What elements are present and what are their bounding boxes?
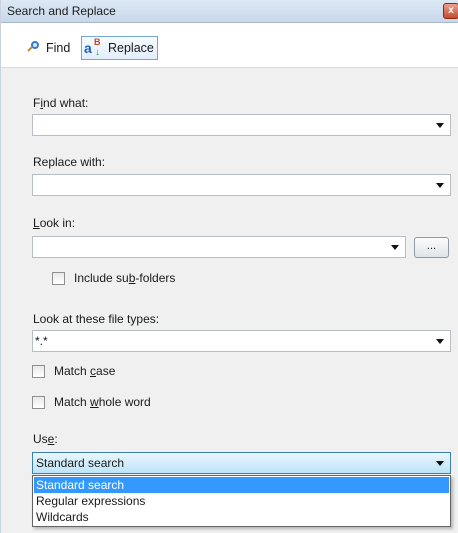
tab-replace-label: Replace <box>108 41 154 55</box>
replace-with-label: Replace with: <box>33 155 106 169</box>
use-dropdown-list: Standard search Regular expressions Wild… <box>32 475 451 527</box>
use-option-wildcards[interactable]: Wildcards <box>34 509 449 525</box>
match-case-label: Match case <box>54 364 116 378</box>
include-subfolders-label: Include sub-folders <box>74 271 176 285</box>
chevron-down-icon[interactable] <box>436 339 444 344</box>
file-types-value: *.* <box>35 334 48 348</box>
tab-find[interactable]: Find <box>25 36 73 60</box>
use-option-regular-expressions[interactable]: Regular expressions <box>34 493 449 509</box>
look-in-label: Look in: <box>33 216 76 230</box>
tab-find-label: Find <box>46 41 71 55</box>
file-types-label: Look at these file types: <box>33 312 160 326</box>
chevron-down-icon[interactable] <box>391 245 399 250</box>
replace-icon: a B ↓ <box>84 37 101 58</box>
find-what-label: Find what: <box>33 96 89 110</box>
use-label: Use: <box>33 432 58 446</box>
look-in-combo[interactable] <box>32 236 406 258</box>
match-case-checkbox[interactable] <box>32 365 45 378</box>
use-selected-value: Standard search <box>36 456 125 470</box>
close-button[interactable]: x <box>443 3 458 19</box>
magnifier-icon <box>27 41 42 55</box>
use-combo[interactable]: Standard search <box>32 452 451 474</box>
title-bar: Search and Replace x <box>1 0 458 23</box>
browse-button[interactable]: ... <box>414 237 449 258</box>
match-whole-word-checkbox[interactable] <box>32 396 45 409</box>
window-title: Search and Replace <box>7 4 116 18</box>
find-what-combo[interactable] <box>32 114 451 136</box>
tab-bar: Find a B ↓ Replace <box>1 23 458 68</box>
include-subfolders-checkbox[interactable] <box>52 272 65 285</box>
replace-with-combo[interactable] <box>32 174 451 196</box>
search-replace-window: Search and Replace x Find a B ↓ Replace Fi… <box>0 0 458 533</box>
chevron-down-icon[interactable] <box>436 123 444 128</box>
tab-replace[interactable]: a B ↓ Replace <box>81 36 158 60</box>
use-option-standard-search[interactable]: Standard search <box>34 477 449 493</box>
chevron-down-icon[interactable] <box>436 183 444 188</box>
file-types-combo[interactable]: *.* <box>32 330 451 352</box>
match-whole-word-label: Match whole word <box>54 395 151 409</box>
chevron-down-icon[interactable] <box>436 461 444 466</box>
